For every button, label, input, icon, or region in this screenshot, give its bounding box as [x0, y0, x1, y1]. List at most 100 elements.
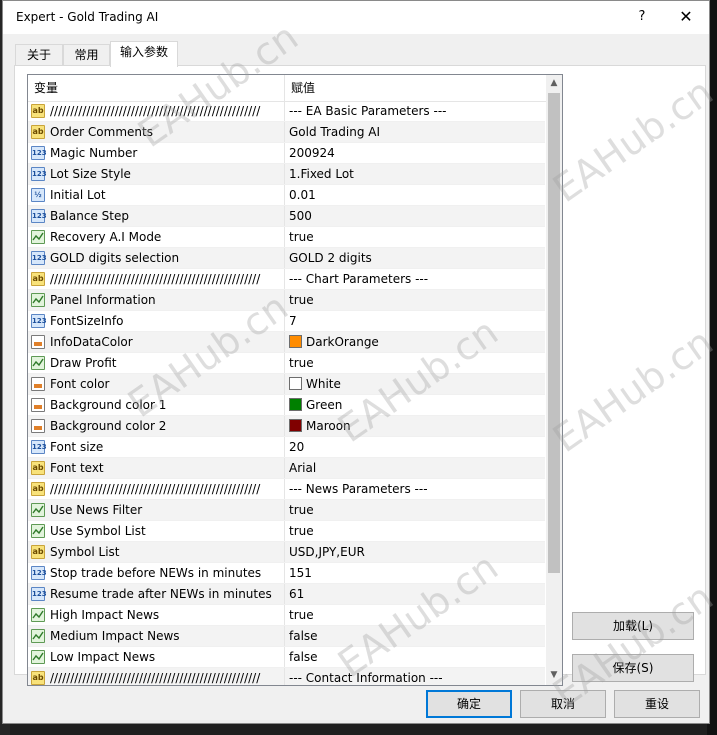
- parameter-row[interactable]: 123 Lot Size Style 1.Fixed Lot: [28, 164, 545, 185]
- parameter-name-cell[interactable]: 123 Lot Size Style: [28, 164, 285, 184]
- parameter-row[interactable]: ab Symbol List USD,JPY,EUR: [28, 542, 545, 563]
- parameter-name-cell[interactable]: Recovery A.I Mode: [28, 227, 285, 247]
- column-header-value[interactable]: 赋值: [285, 75, 545, 101]
- parameter-name-cell[interactable]: 123 Resume trade after NEWs in minutes: [28, 584, 285, 604]
- parameter-name-cell[interactable]: 123 Font size: [28, 437, 285, 457]
- scroll-thumb[interactable]: [548, 93, 560, 573]
- parameter-row[interactable]: 123 FontSizeInfo 7: [28, 311, 545, 332]
- parameter-row[interactable]: Use News Filter true: [28, 500, 545, 521]
- load-button[interactable]: 加载(L): [572, 612, 694, 640]
- parameter-value-cell[interactable]: Gold Trading AI: [285, 122, 545, 142]
- reset-button[interactable]: 重设: [614, 690, 700, 718]
- parameter-row[interactable]: Use Symbol List true: [28, 521, 545, 542]
- parameter-value-cell[interactable]: DarkOrange: [285, 332, 545, 352]
- parameter-row[interactable]: 123 GOLD digits selection GOLD 2 digits: [28, 248, 545, 269]
- column-header-variable[interactable]: 变量: [28, 75, 285, 101]
- parameter-name-cell[interactable]: ab //////////////////////////////////////…: [28, 668, 285, 685]
- parameter-row[interactable]: 123 Resume trade after NEWs in minutes 61: [28, 584, 545, 605]
- parameter-value-cell[interactable]: 7: [285, 311, 545, 331]
- parameter-value-cell[interactable]: --- Contact Information ---: [285, 668, 545, 685]
- parameter-value-cell[interactable]: USD,JPY,EUR: [285, 542, 545, 562]
- color-swatch[interactable]: [289, 398, 302, 411]
- scroll-down-icon[interactable]: ▼: [546, 667, 562, 684]
- scroll-up-icon[interactable]: ▲: [546, 75, 562, 92]
- parameter-value-cell[interactable]: true: [285, 500, 545, 520]
- parameter-value-cell[interactable]: false: [285, 647, 545, 667]
- parameter-name-cell[interactable]: High Impact News: [28, 605, 285, 625]
- parameter-row[interactable]: ab //////////////////////////////////////…: [28, 668, 545, 685]
- parameter-name-cell[interactable]: Font color: [28, 374, 285, 394]
- title-bar[interactable]: Expert - Gold Trading AI ? ✕: [3, 1, 709, 34]
- parameter-name-cell[interactable]: ab //////////////////////////////////////…: [28, 101, 285, 121]
- parameter-row[interactable]: ab //////////////////////////////////////…: [28, 269, 545, 290]
- parameter-name-cell[interactable]: 123 Magic Number: [28, 143, 285, 163]
- parameter-value-cell[interactable]: Maroon: [285, 416, 545, 436]
- parameter-row[interactable]: 123 Stop trade before NEWs in minutes 151: [28, 563, 545, 584]
- parameter-row[interactable]: Background color 2 Maroon: [28, 416, 545, 437]
- parameter-row[interactable]: Recovery A.I Mode true: [28, 227, 545, 248]
- parameter-name-cell[interactable]: 123 FontSizeInfo: [28, 311, 285, 331]
- parameter-row[interactable]: Font color White: [28, 374, 545, 395]
- parameter-row[interactable]: ab Font text Arial: [28, 458, 545, 479]
- close-button[interactable]: ✕: [671, 5, 701, 29]
- parameter-name-cell[interactable]: ab Order Comments: [28, 122, 285, 142]
- parameter-value-cell[interactable]: 151: [285, 563, 545, 583]
- parameter-row[interactable]: Low Impact News false: [28, 647, 545, 668]
- parameter-name-cell[interactable]: 123 GOLD digits selection: [28, 248, 285, 268]
- parameter-name-cell[interactable]: Background color 1: [28, 395, 285, 415]
- parameter-row[interactable]: Panel Information true: [28, 290, 545, 311]
- parameter-value-cell[interactable]: 20: [285, 437, 545, 457]
- ok-button[interactable]: 确定: [426, 690, 512, 718]
- vertical-scrollbar[interactable]: ▲ ▼: [546, 75, 562, 685]
- parameter-name-cell[interactable]: ab //////////////////////////////////////…: [28, 479, 285, 499]
- parameter-value-cell[interactable]: Arial: [285, 458, 545, 478]
- parameter-name-cell[interactable]: 123 Balance Step: [28, 206, 285, 226]
- tab-common[interactable]: 常用: [63, 44, 110, 65]
- parameter-value-cell[interactable]: 61: [285, 584, 545, 604]
- parameter-value-cell[interactable]: true: [285, 353, 545, 373]
- parameter-row[interactable]: High Impact News true: [28, 605, 545, 626]
- parameter-row[interactable]: 123 Font size 20: [28, 437, 545, 458]
- parameter-value-cell[interactable]: 200924: [285, 143, 545, 163]
- parameter-name-cell[interactable]: 123 Stop trade before NEWs in minutes: [28, 563, 285, 583]
- cancel-button[interactable]: 取消: [520, 690, 606, 718]
- parameter-value-cell[interactable]: GOLD 2 digits: [285, 248, 545, 268]
- parameter-row[interactable]: ab Order Comments Gold Trading AI: [28, 122, 545, 143]
- parameter-value-cell[interactable]: White: [285, 374, 545, 394]
- parameter-value-cell[interactable]: --- News Parameters ---: [285, 479, 545, 499]
- parameter-name-cell[interactable]: ½ Initial Lot: [28, 185, 285, 205]
- save-button[interactable]: 保存(S): [572, 654, 694, 682]
- parameter-value-cell[interactable]: 1.Fixed Lot: [285, 164, 545, 184]
- color-swatch[interactable]: [289, 335, 302, 348]
- parameter-name-cell[interactable]: ab //////////////////////////////////////…: [28, 269, 285, 289]
- parameter-value-cell[interactable]: false: [285, 626, 545, 646]
- parameter-name-cell[interactable]: ab Symbol List: [28, 542, 285, 562]
- parameter-value-cell[interactable]: true: [285, 290, 545, 310]
- parameter-value-cell[interactable]: --- EA Basic Parameters ---: [285, 101, 545, 121]
- parameter-value-cell[interactable]: true: [285, 605, 545, 625]
- parameter-name-cell[interactable]: ab Font text: [28, 458, 285, 478]
- parameter-name-cell[interactable]: Background color 2: [28, 416, 285, 436]
- parameter-value-cell[interactable]: Green: [285, 395, 545, 415]
- help-button[interactable]: ?: [627, 5, 657, 29]
- parameter-row[interactable]: InfoDataColor DarkOrange: [28, 332, 545, 353]
- parameter-value-cell[interactable]: true: [285, 227, 545, 247]
- parameter-row[interactable]: Draw Profit true: [28, 353, 545, 374]
- parameter-row[interactable]: 123 Magic Number 200924: [28, 143, 545, 164]
- tab-inputs[interactable]: 输入参数: [110, 41, 178, 67]
- parameter-row[interactable]: 123 Balance Step 500: [28, 206, 545, 227]
- parameter-value-cell[interactable]: --- Chart Parameters ---: [285, 269, 545, 289]
- parameter-name-cell[interactable]: InfoDataColor: [28, 332, 285, 352]
- parameter-name-cell[interactable]: Use News Filter: [28, 500, 285, 520]
- parameter-row[interactable]: ab //////////////////////////////////////…: [28, 479, 545, 500]
- parameter-row[interactable]: Background color 1 Green: [28, 395, 545, 416]
- parameter-value-cell[interactable]: 0.01: [285, 185, 545, 205]
- parameter-name-cell[interactable]: Use Symbol List: [28, 521, 285, 541]
- parameter-row[interactable]: ½ Initial Lot 0.01: [28, 185, 545, 206]
- parameter-row[interactable]: ab //////////////////////////////////////…: [28, 101, 545, 122]
- parameter-name-cell[interactable]: Draw Profit: [28, 353, 285, 373]
- color-swatch[interactable]: [289, 419, 302, 432]
- color-swatch[interactable]: [289, 377, 302, 390]
- parameter-row[interactable]: Medium Impact News false: [28, 626, 545, 647]
- parameter-name-cell[interactable]: Low Impact News: [28, 647, 285, 667]
